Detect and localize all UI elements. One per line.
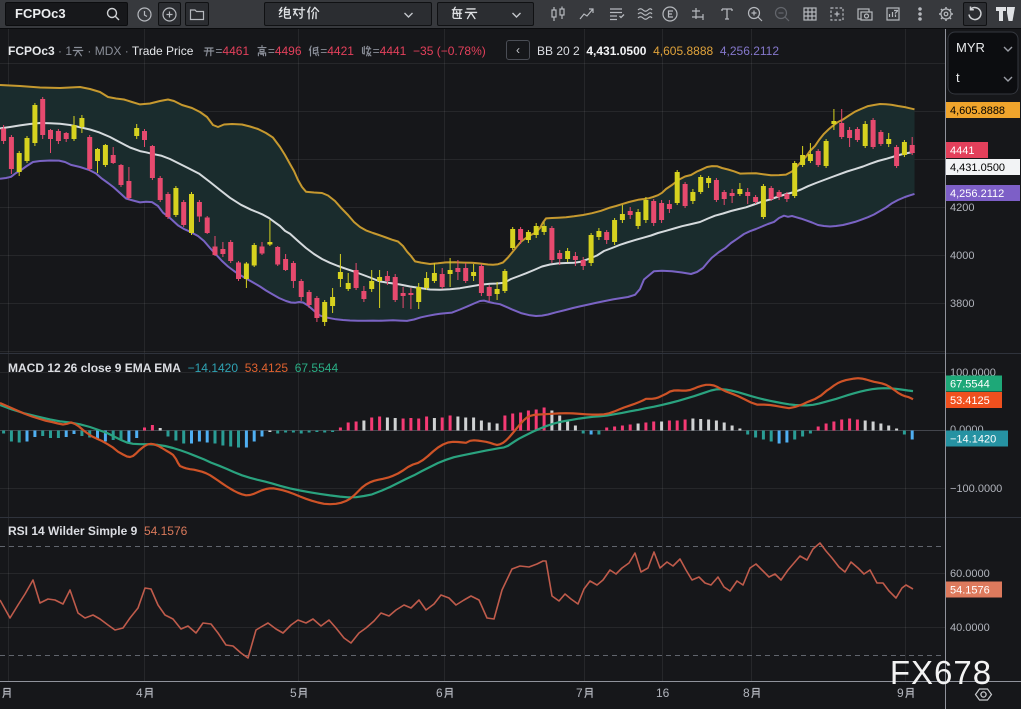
svg-text:54.1576: 54.1576 bbox=[950, 585, 990, 597]
svg-text:40.0000: 40.0000 bbox=[950, 622, 990, 634]
svg-text:−100.0000: −100.0000 bbox=[950, 483, 1002, 495]
svg-text:4,605.8888: 4,605.8888 bbox=[950, 105, 1005, 117]
svg-text:3800: 3800 bbox=[950, 298, 974, 310]
svg-text:4441: 4441 bbox=[950, 145, 974, 157]
svg-text:4000: 4000 bbox=[950, 250, 974, 262]
svg-text:4200: 4200 bbox=[950, 202, 974, 214]
svg-text:4,431.0500: 4,431.0500 bbox=[950, 162, 1005, 174]
svg-text:67.5544: 67.5544 bbox=[950, 379, 990, 391]
svg-text:−14.1420: −14.1420 bbox=[950, 434, 996, 446]
svg-text:t: t bbox=[956, 70, 960, 85]
svg-text:4,256.2112: 4,256.2112 bbox=[950, 188, 1004, 200]
svg-text:53.4125: 53.4125 bbox=[950, 395, 990, 407]
svg-text:60.0000: 60.0000 bbox=[950, 568, 990, 580]
svg-text:MYR: MYR bbox=[956, 40, 985, 55]
